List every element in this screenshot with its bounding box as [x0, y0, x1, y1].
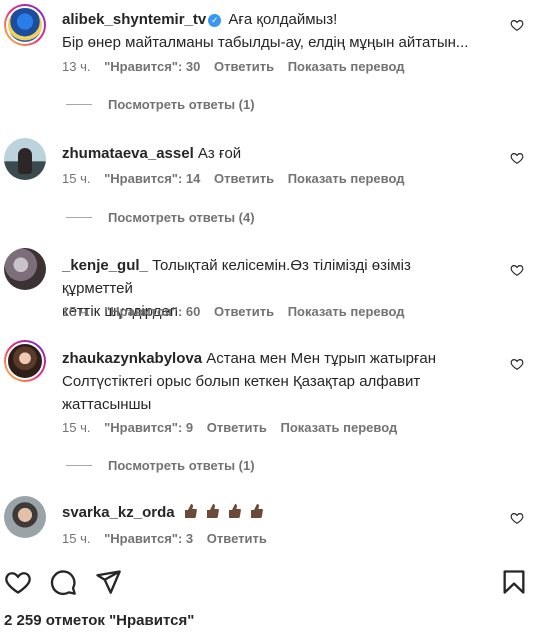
comment-likes[interactable]: "Нравится": 30	[104, 59, 200, 74]
comment-text: Аз ғой	[197, 145, 242, 162]
avatar[interactable]	[4, 138, 46, 180]
comment-meta: 15 ч. "Нравится": 9 Ответить Показать пе…	[62, 420, 407, 435]
comment-username[interactable]: zhaukazynkabylova	[62, 350, 202, 367]
comment-time: 15 ч.	[62, 420, 91, 435]
comment-likes[interactable]: "Нравится": 9	[104, 420, 193, 435]
comment-text-line2: Бір өнер майталманы табылды-ау, елдің мұ…	[62, 34, 469, 51]
view-replies-label: Посмотреть ответы (1)	[108, 458, 255, 473]
comment-icon[interactable]	[49, 568, 77, 596]
comment-time: 15 ч.	[62, 304, 91, 319]
heart-icon[interactable]	[510, 151, 524, 165]
verified-badge-icon: ✓	[208, 14, 222, 27]
translate-button[interactable]: Показать перевод	[288, 171, 405, 186]
avatar[interactable]	[4, 4, 46, 46]
reply-button[interactable]: Ответить	[214, 59, 274, 74]
comment-username[interactable]: _kenje_gul_	[62, 257, 148, 274]
reply-button[interactable]: Ответить	[207, 420, 267, 435]
thumbs-up-emoji-group	[183, 504, 268, 521]
reply-button[interactable]: Ответить	[214, 304, 274, 319]
comment-likes[interactable]: "Нравится": 14	[104, 171, 200, 186]
replies-divider	[66, 104, 92, 105]
heart-icon[interactable]	[510, 18, 524, 32]
comment-meta: 15 ч. "Нравится": 3 Ответить	[62, 531, 277, 546]
replies-divider	[66, 465, 92, 466]
avatar[interactable]	[4, 340, 46, 382]
send-icon[interactable]	[94, 568, 122, 596]
thumbs-up-icon	[184, 504, 197, 518]
comment-text: Аға қолдаймыз!	[228, 11, 338, 28]
thumbs-up-icon	[206, 504, 219, 518]
view-replies-label: Посмотреть ответы (4)	[108, 210, 255, 225]
comment-username[interactable]: svarka_kz_orda	[62, 504, 175, 521]
comment-meta: 15 ч. "Нравится": 60 Ответить Показать п…	[62, 304, 414, 319]
reply-button[interactable]: Ответить	[214, 171, 274, 186]
heart-icon[interactable]	[510, 357, 524, 371]
heart-icon[interactable]	[510, 263, 524, 277]
post-likes-count[interactable]: 2 259 отметок "Нравится"	[4, 612, 194, 629]
comment-time: 13 ч.	[62, 59, 91, 74]
thumbs-up-icon	[251, 504, 264, 518]
comment-username[interactable]: alibek_shyntemir_tv	[62, 11, 206, 28]
view-replies-button[interactable]: Посмотреть ответы (4)	[66, 210, 255, 225]
post-action-bar	[0, 568, 533, 596]
comment-text-line2: Солтүстіктегі орыс болып кеткен Қазақтар…	[62, 373, 421, 390]
comment-text-line3: жаттасыншы	[62, 396, 152, 413]
view-replies-label: Посмотреть ответы (1)	[108, 97, 255, 112]
view-replies-button[interactable]: Посмотреть ответы (1)	[66, 458, 255, 473]
comment-text: Астана мен Мен тұрып жатырған	[206, 350, 437, 367]
comment-meta: 15 ч. "Нравится": 14 Ответить Показать п…	[62, 171, 414, 186]
replies-divider	[66, 217, 92, 218]
comment-meta: 13 ч. "Нравится": 30 Ответить Показать п…	[62, 59, 414, 74]
bookmark-icon[interactable]	[500, 568, 528, 596]
reply-button[interactable]: Ответить	[207, 531, 267, 546]
heart-icon[interactable]	[4, 568, 32, 596]
comment-likes[interactable]: "Нравится": 3	[104, 531, 193, 546]
comment-username[interactable]: zhumataeva_assel	[62, 145, 194, 162]
comment-time: 15 ч.	[62, 531, 91, 546]
view-replies-button[interactable]: Посмотреть ответы (1)	[66, 97, 255, 112]
comment-likes[interactable]: "Нравится": 60	[104, 304, 200, 319]
translate-button[interactable]: Показать перевод	[288, 304, 405, 319]
translate-button[interactable]: Показать перевод	[280, 420, 397, 435]
comment-time: 15 ч.	[62, 171, 91, 186]
avatar[interactable]	[4, 496, 46, 538]
heart-icon[interactable]	[510, 511, 524, 525]
avatar[interactable]	[4, 248, 46, 290]
thumbs-up-icon	[229, 504, 242, 518]
translate-button[interactable]: Показать перевод	[288, 59, 405, 74]
